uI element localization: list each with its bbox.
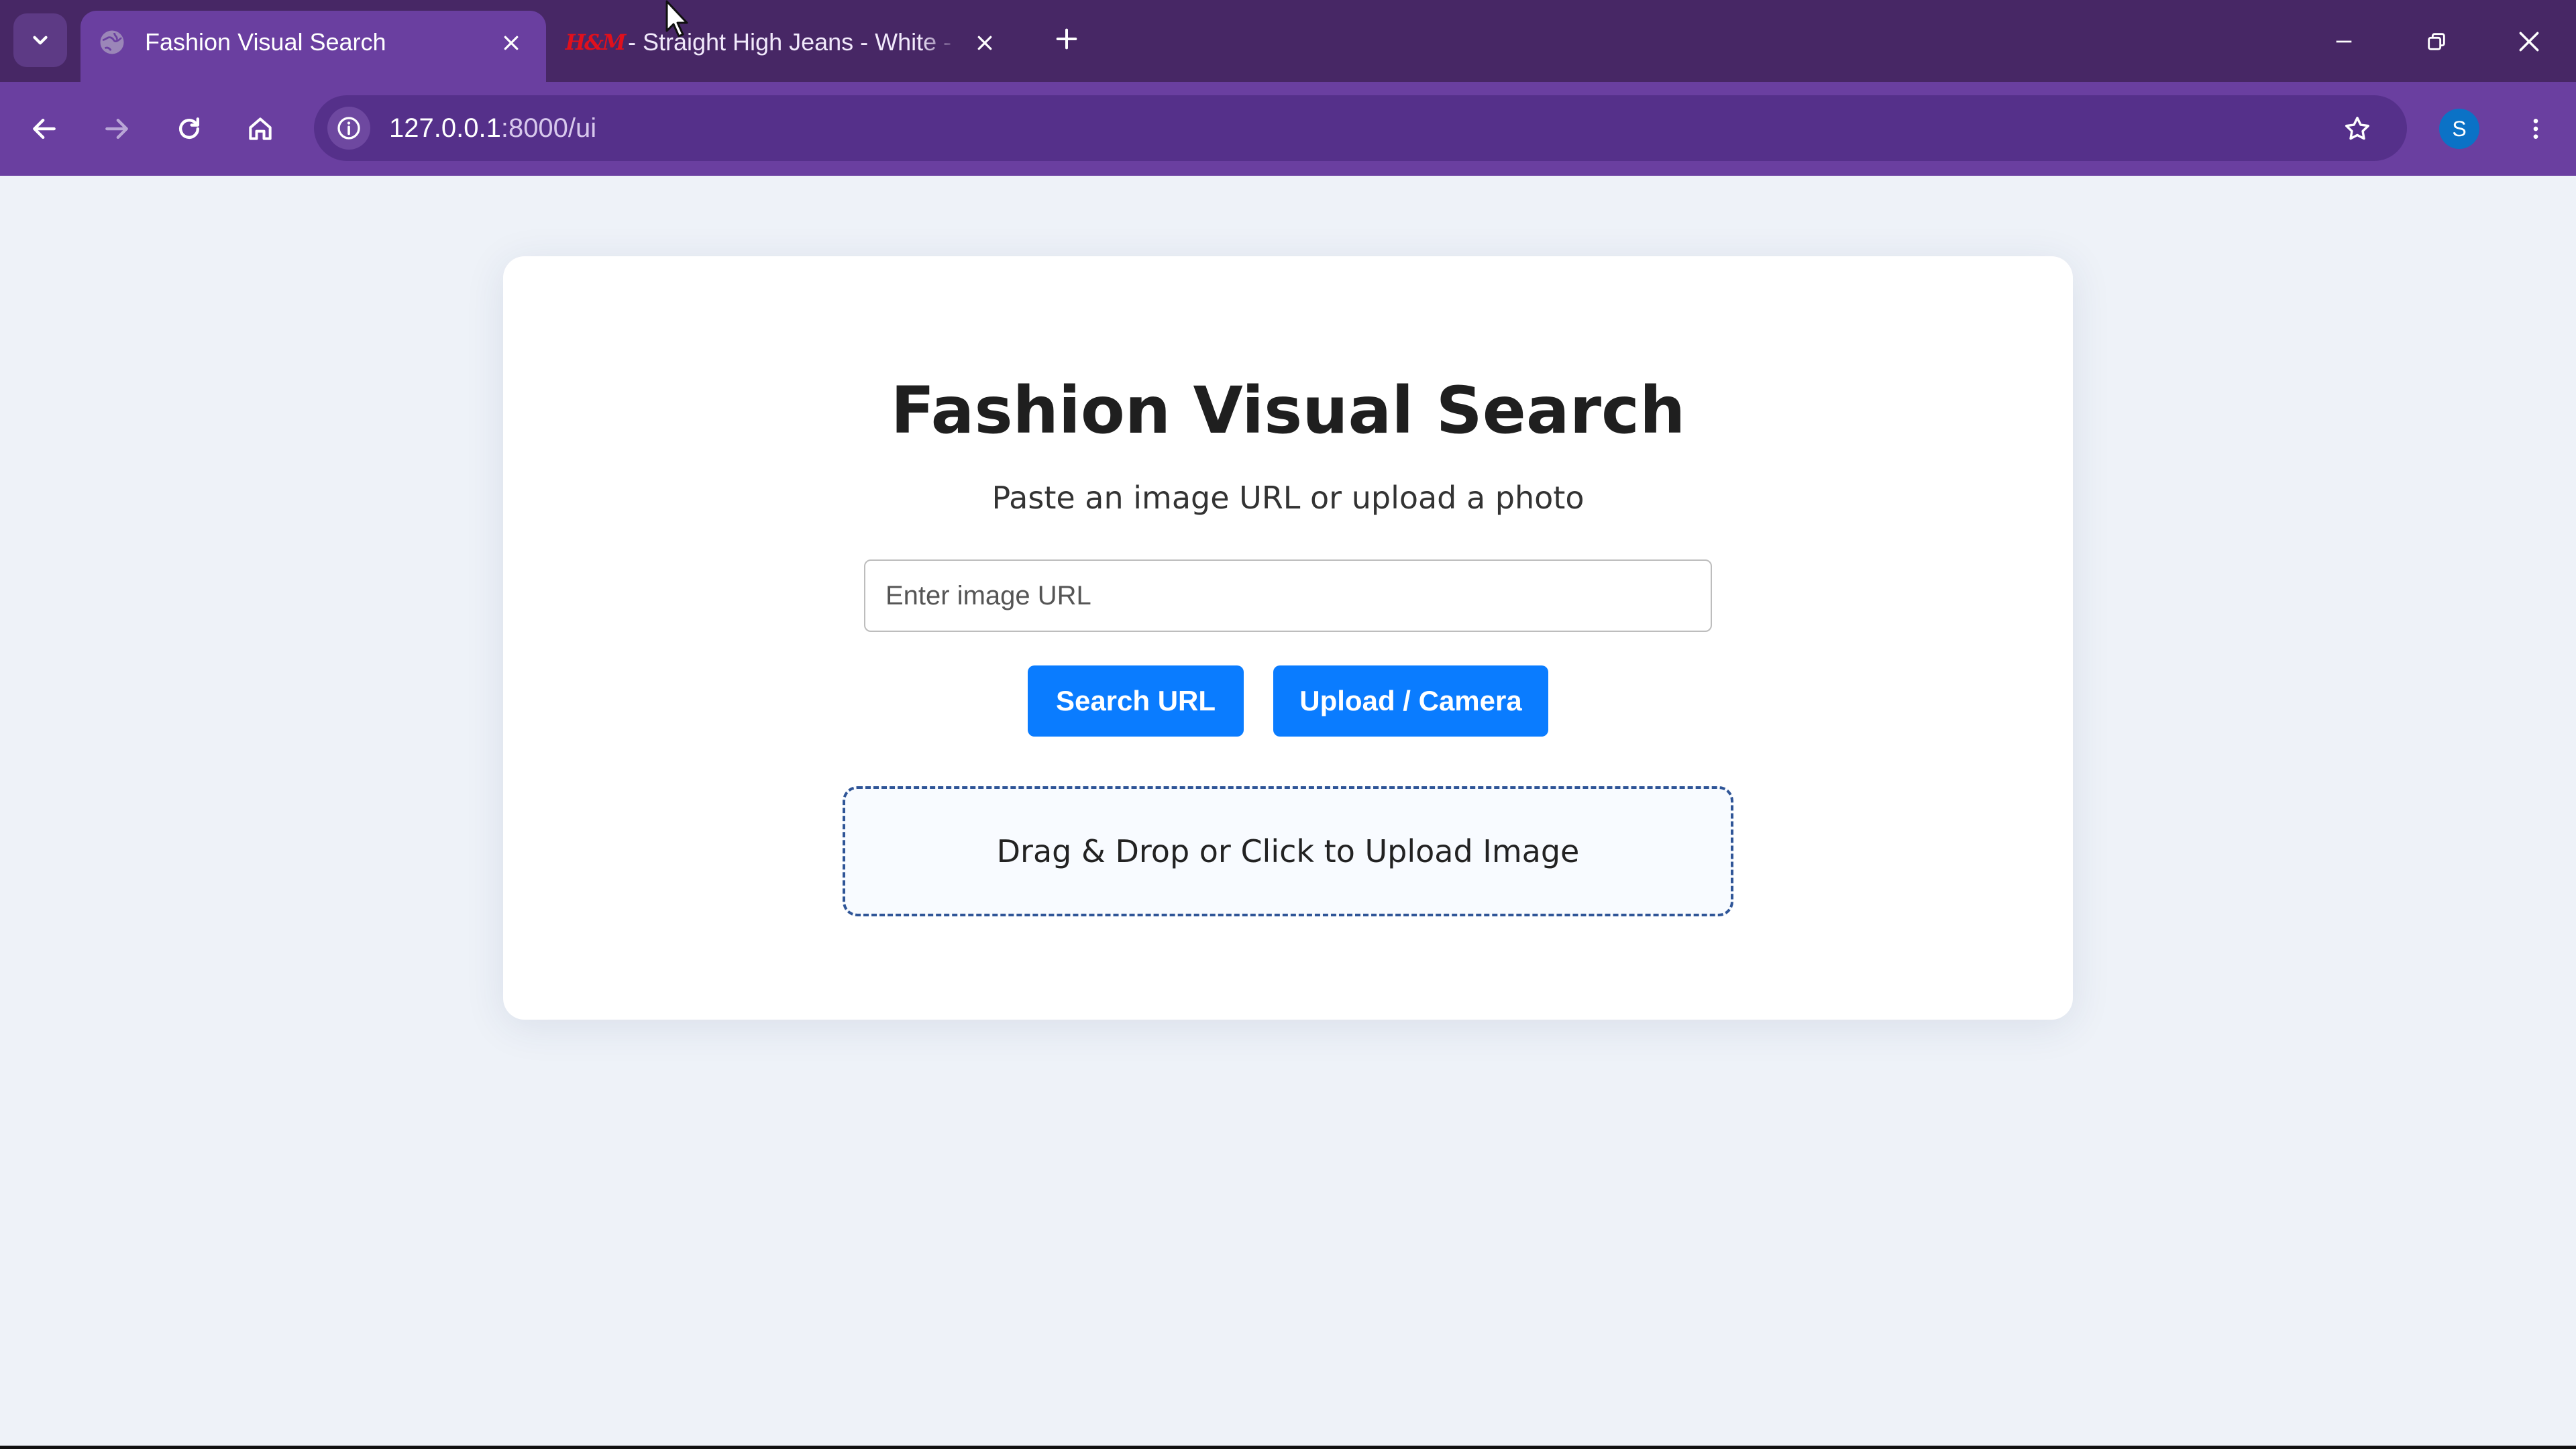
profile-avatar[interactable]: S [2439,109,2479,149]
minimize-button[interactable] [2317,15,2371,68]
site-info-button[interactable] [327,107,370,150]
tab-strip: Fashion Visual Search H&M - Straight Hig… [0,0,2576,82]
chevron-down-icon [33,36,48,45]
info-icon [337,117,360,140]
new-tab-button[interactable] [1046,19,1087,59]
browser-menu-button[interactable] [2509,102,2563,156]
tab-search-button[interactable] [13,13,67,67]
home-button[interactable] [233,102,287,156]
reload-icon [178,117,200,140]
bookmark-star-icon[interactable] [2337,109,2377,149]
address-bar[interactable]: 127.0.0.1:8000/ui [314,95,2407,161]
page-viewport: Fashion Visual Search Paste an image URL… [0,176,2576,1447]
image-url-input[interactable] [864,559,1712,632]
arrow-right-icon [105,118,128,140]
close-icon [2519,32,2539,52]
tab-fashion-visual-search[interactable]: Fashion Visual Search [80,11,546,82]
back-button[interactable] [17,102,71,156]
restore-button[interactable] [2410,15,2463,68]
tab-title: Fashion Visual Search [145,28,386,56]
upload-camera-button[interactable]: Upload / Camera [1273,665,1548,737]
upload-dropzone[interactable]: Drag & Drop or Click to Upload Image [843,786,1733,916]
url-path: :8000/ui [500,113,597,143]
page-subtitle: Paste an image URL or upload a photo [991,480,1585,516]
globe-icon [98,28,126,56]
screen-bottom-edge [0,1446,2576,1449]
dropzone-label: Drag & Drop or Click to Upload Image [996,833,1580,869]
page-title: Fashion Visual Search [890,373,1686,448]
minimize-icon [2336,40,2352,43]
tab-straight-high-jeans[interactable]: H&M - Straight High Jeans - White - H&M [564,11,1020,82]
forward-button[interactable] [90,102,144,156]
url-host: 127.0.0.1 [389,113,501,143]
reload-button[interactable] [162,102,216,156]
plus-icon [1056,28,1077,50]
close-window-button[interactable] [2502,15,2556,68]
browser-toolbar: 127.0.0.1:8000/ui S [0,82,2576,176]
search-url-button[interactable]: Search URL [1028,665,1244,737]
restore-icon [2428,33,2445,50]
search-card: Fashion Visual Search Paste an image URL… [503,256,2073,1020]
address-url[interactable]: 127.0.0.1:8000/ui [389,111,596,145]
close-icon[interactable] [496,28,526,58]
home-icon [249,117,272,140]
mouse-cursor-icon [665,0,688,38]
close-icon[interactable] [970,28,1000,58]
more-vertical-icon [2533,119,2538,139]
arrow-left-icon [33,118,56,140]
hm-logo: H&M [565,30,627,55]
